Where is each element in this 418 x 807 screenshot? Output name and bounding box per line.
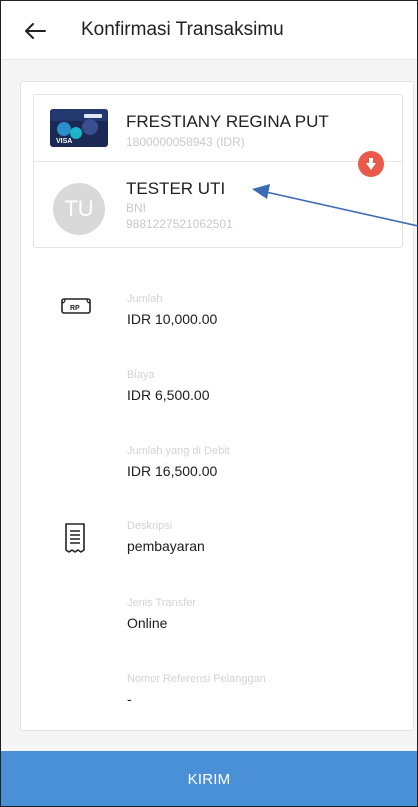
receipt-icon — [63, 522, 87, 559]
customer-reference-label: Nomor Referensi Pelanggan — [127, 673, 266, 685]
source-account-number: 1800000058943 (IDR) — [126, 135, 245, 149]
kirim-button-label: KIRIM — [187, 770, 231, 788]
debit-total-label: Jumlah yang di Debit — [127, 445, 230, 457]
transaction-summary-panel: VISA FRESTIANY REGINA PUT 1800000058943 … — [20, 81, 414, 731]
app-frame: Konfirmasi Transaksimu VISA FRESTIANY RE… — [0, 0, 418, 807]
arrow-left-icon — [25, 23, 46, 39]
kirim-button[interactable]: KIRIM — [1, 751, 417, 806]
debit-total-value: IDR 16,500.00 — [127, 463, 218, 479]
description-value: pembayaran — [127, 538, 205, 554]
account-card: VISA FRESTIANY REGINA PUT 1800000058943 … — [33, 94, 403, 248]
recipient-bank: BNI — [126, 201, 147, 215]
transfer-type-value: Online — [127, 615, 168, 631]
card-divider — [34, 161, 402, 162]
app-header: Konfirmasi Transaksimu — [1, 1, 417, 60]
arrow-down-icon — [366, 158, 376, 170]
page-title: Konfirmasi Transaksimu — [81, 19, 284, 40]
description-label: Deskripsi — [127, 520, 173, 532]
fee-value: IDR 6,500.00 — [127, 387, 210, 403]
amount-label: Jumlah — [127, 293, 163, 305]
recipient-avatar: TU — [53, 183, 105, 235]
fee-label: Biaya — [127, 369, 155, 381]
back-button[interactable] — [21, 17, 49, 45]
customer-reference-value: - — [127, 691, 132, 707]
recipient-account-number: 9881227521062501 — [126, 217, 233, 231]
transfer-direction-badge — [358, 151, 384, 177]
debit-card-image: VISA — [50, 109, 108, 147]
amount-value: IDR 10,000.00 — [127, 311, 218, 327]
transfer-type-label: Jenis Transfer — [127, 597, 197, 609]
svg-text:VISA: VISA — [56, 138, 72, 145]
money-note-icon: RP — [60, 296, 92, 321]
source-account-name: FRESTIANY REGINA PUT — [126, 112, 329, 131]
recipient-name: TESTER UTI — [126, 179, 226, 198]
svg-text:RP: RP — [70, 305, 80, 312]
